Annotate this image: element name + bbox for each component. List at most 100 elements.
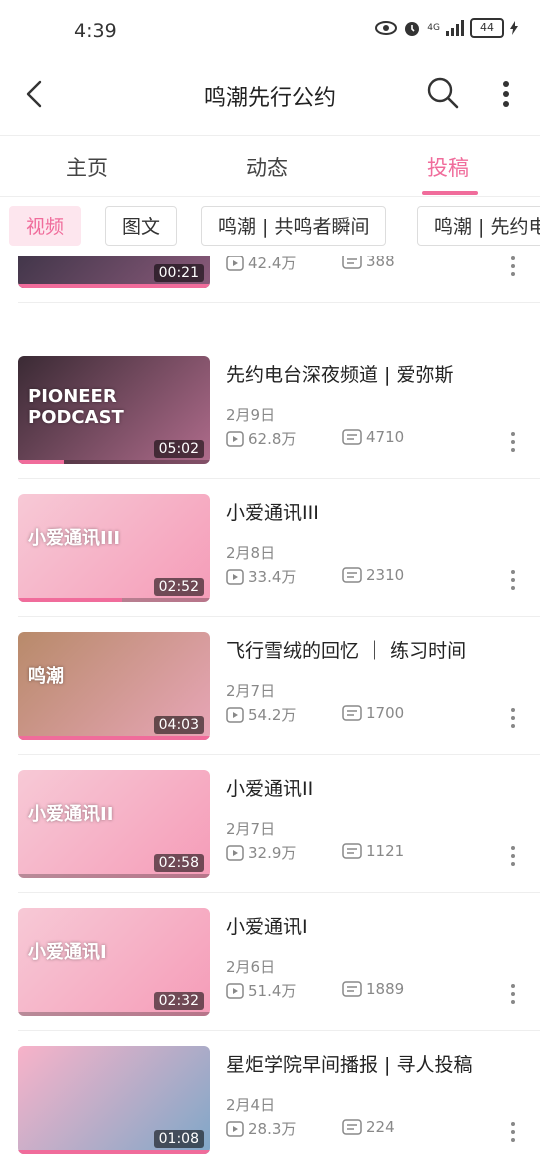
play-count-icon: [226, 1120, 244, 1137]
comment-count-text: 4710: [366, 428, 405, 446]
video-date: 2月7日: [226, 682, 276, 700]
signal-icon: [446, 20, 464, 36]
play-count-icon: [226, 568, 244, 585]
filter-chips: 视频 图文 鸣潮 | 共鸣者瞬间 鸣潮 | 先约电: [0, 204, 540, 250]
view-count-text: 62.8万: [248, 430, 297, 448]
more-options-icon[interactable]: [494, 76, 518, 112]
video-row[interactable]: PIONEER PODCAST 05:02 先约电台深夜频道 | 爱弥斯 2月9日 62…: [0, 341, 540, 479]
video-date: 2月8日: [226, 544, 276, 562]
eye-icon: [375, 21, 398, 35]
video-thumbnail[interactable]: PIONEER PODCAST 05:02: [18, 356, 210, 464]
comment-count: 2310: [342, 566, 404, 584]
video-title[interactable]: 小爱通讯III: [226, 498, 319, 525]
row-divider: [18, 302, 540, 303]
video-row[interactable]: 小爱通讯III 02:52 小爱通讯III 2月8日 33.4万 2310: [0, 479, 540, 617]
view-count: 32.9万: [226, 842, 296, 863]
play-count-icon: [226, 844, 244, 861]
row-more-icon[interactable]: [505, 1120, 521, 1144]
watch-progress: [18, 460, 65, 464]
video-row[interactable]: 小爱通讯I 02:32 小爱通讯I 2月6日 51.4万 1889: [0, 893, 540, 1031]
comment-icon: [342, 981, 362, 997]
charging-icon: [510, 21, 518, 35]
video-title[interactable]: 小爱通讯I: [226, 912, 308, 939]
row-more-icon[interactable]: [505, 430, 521, 454]
play-count-icon: [226, 430, 244, 447]
row-more-icon[interactable]: [505, 844, 521, 868]
comment-icon: [342, 256, 362, 269]
view-count: 51.4万: [226, 980, 296, 1001]
comment-icon: [342, 567, 362, 583]
comment-count-text: 1889: [366, 980, 405, 998]
row-more-icon[interactable]: [505, 568, 521, 592]
watch-progress: [18, 736, 210, 740]
status-bar: 4:39 4G 44: [0, 0, 540, 62]
comment-count: 4710: [342, 428, 404, 446]
chip-resonator-moments[interactable]: 鸣潮 | 共鸣者瞬间: [201, 206, 387, 246]
row-more-icon[interactable]: [505, 256, 521, 278]
progress-track: [18, 1012, 210, 1016]
thumbnail-text: 小爱通讯II: [28, 804, 114, 825]
tab-home[interactable]: 主页: [66, 152, 108, 182]
tab-feed[interactable]: 动态: [246, 152, 288, 182]
video-title[interactable]: 先约电台深夜频道 | 爱弥斯: [226, 360, 453, 387]
video-title[interactable]: 星炬学院早间播报 | 寻人投稿: [226, 1050, 472, 1077]
video-date: 2月9日: [226, 406, 276, 424]
alarm-icon: [405, 22, 420, 36]
video-duration: 02:58: [153, 854, 204, 872]
comment-count-text: 1700: [366, 704, 405, 722]
search-icon[interactable]: [424, 74, 462, 112]
video-row[interactable]: 01:08 星炬学院早间播报 | 寻人投稿 2月4日 28.3万 224: [0, 1031, 540, 1155]
comment-count: 1889: [342, 980, 404, 998]
chip-pioneer-radio[interactable]: 鸣潮 | 先约电: [417, 206, 540, 246]
view-count: 28.3万: [226, 1118, 296, 1139]
comment-icon: [342, 429, 362, 445]
tab-uploads[interactable]: 投稿: [427, 152, 469, 182]
comment-count-text: 224: [366, 1118, 395, 1136]
video-row[interactable]: 小爱通讯II 02:58 小爱通讯II 2月7日 32.9万 1121: [0, 755, 540, 893]
video-title[interactable]: 小爱通讯II: [226, 774, 313, 801]
video-thumbnail[interactable]: 小爱通讯III 02:52: [18, 494, 210, 602]
row-more-icon[interactable]: [505, 706, 521, 730]
comment-count: 1700: [342, 704, 404, 722]
divider: [0, 196, 540, 197]
play-count-icon: [226, 256, 244, 271]
view-count-text: 54.2万: [248, 706, 297, 724]
video-row[interactable]: 鸣潮 04:03 飞行雪绒的回忆 ｜ 练习时间 2月7日 54.2万 1700: [0, 617, 540, 755]
view-count: 33.4万: [226, 566, 296, 587]
watch-progress: [18, 284, 210, 288]
tab-bar: 主页 动态 投稿: [0, 136, 540, 196]
thumbnail-text: 小爱通讯I: [28, 942, 107, 963]
video-row[interactable]: 鸣潮00:212月10日42.4万388: [0, 256, 540, 303]
view-count: 54.2万: [226, 704, 296, 725]
video-thumbnail[interactable]: 小爱通讯I 02:32: [18, 908, 210, 1016]
thumbnail-text: PIONEER PODCAST: [28, 386, 124, 428]
status-time: 4:39: [74, 20, 117, 42]
video-duration: 01:08: [153, 1130, 204, 1148]
comment-icon: [342, 843, 362, 859]
video-thumbnail[interactable]: 小爱通讯II 02:58: [18, 770, 210, 878]
thumbnail-text: 鸣潮: [28, 666, 64, 687]
video-list: 鸣潮00:212月10日42.4万388 PIONEER PODCAST05:02…: [0, 256, 540, 1155]
play-count-icon: [226, 706, 244, 723]
view-count-text: 51.4万: [248, 982, 297, 1000]
comment-count-text: 1121: [366, 842, 405, 860]
status-icons: 4G 44: [375, 18, 518, 38]
video-thumbnail[interactable]: 鸣潮00:21: [18, 256, 210, 288]
comment-count: 388: [342, 256, 395, 270]
watch-progress: [18, 598, 122, 602]
view-count-text: 33.4万: [248, 568, 297, 586]
app-bar: 鸣潮先行公约: [0, 62, 540, 134]
video-duration: 02:52: [153, 578, 204, 596]
view-count-text: 28.3万: [248, 1120, 297, 1138]
tab-indicator: [422, 191, 478, 195]
comment-count-text: 2310: [366, 566, 405, 584]
video-thumbnail[interactable]: 01:08: [18, 1046, 210, 1154]
video-duration: 02:32: [153, 992, 204, 1010]
video-thumbnail[interactable]: 鸣潮 04:03: [18, 632, 210, 740]
chip-video[interactable]: 视频: [9, 206, 82, 246]
video-title[interactable]: 飞行雪绒的回忆 ｜ 练习时间: [226, 636, 466, 663]
network-label: 4G: [427, 23, 440, 33]
row-more-icon[interactable]: [505, 982, 521, 1006]
video-duration: 00:21: [153, 264, 204, 282]
chip-image-text[interactable]: 图文: [105, 206, 178, 246]
